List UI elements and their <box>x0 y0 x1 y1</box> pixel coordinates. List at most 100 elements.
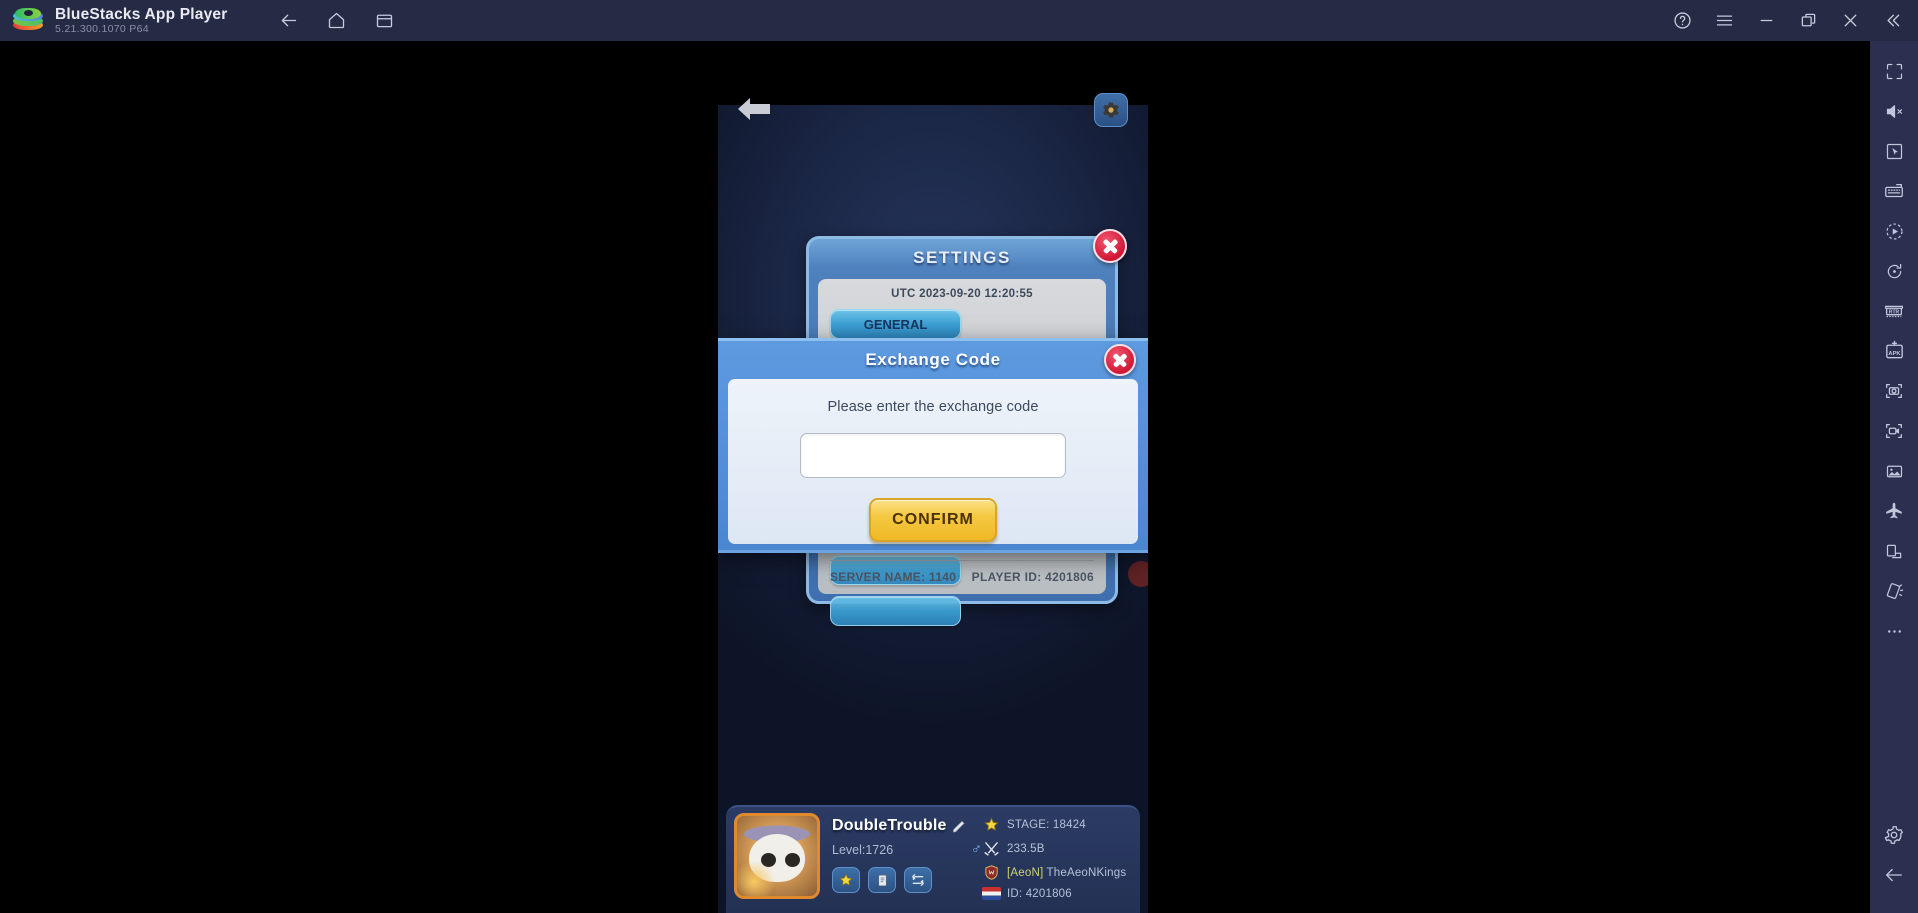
macro-recorder-button[interactable] <box>1874 211 1914 251</box>
speaker-mute-icon <box>1886 104 1902 118</box>
titlebar-nav-group <box>269 5 403 37</box>
rtr-icon: RTR <box>1885 305 1903 318</box>
recent-apps-button[interactable] <box>365 5 403 37</box>
exchange-code-prompt: Please enter the exchange code <box>827 399 1039 415</box>
sidebar-settings-button[interactable] <box>1874 815 1914 855</box>
restore-button[interactable] <box>1788 0 1828 41</box>
exchange-code-body: Please enter the exchange code CONFIRM <box>728 379 1138 544</box>
airplane-icon <box>1886 502 1902 519</box>
sidebar-back-button[interactable] <box>1874 855 1914 895</box>
avatar[interactable] <box>734 813 820 899</box>
fullscreen-button[interactable] <box>1874 51 1914 91</box>
avatar-eye-right <box>785 852 800 867</box>
install-apk-button[interactable]: APK <box>1874 331 1914 371</box>
picture-in-picture-icon <box>1886 544 1901 558</box>
screenshot-button[interactable] <box>1874 371 1914 411</box>
guild-shield-icon <box>982 863 1001 882</box>
profile-action-buttons <box>832 867 982 893</box>
avatar-glow <box>737 862 777 896</box>
stat-row: STAGE: 18424 <box>982 815 1132 834</box>
video-camera-icon <box>1886 423 1902 439</box>
player-name-row: DoubleTrouble <box>832 817 982 835</box>
pencil-icon[interactable] <box>951 818 967 834</box>
game-settings-button[interactable] <box>1094 93 1128 127</box>
stat-row: 233.5B <box>982 839 1132 858</box>
question-circle-icon <box>1673 12 1691 29</box>
keyboard-icon <box>1885 183 1903 198</box>
bluestacks-window: BlueStacks App Player 5.21.300.1070 P64 <box>0 0 1918 913</box>
camera-icon <box>1886 383 1902 399</box>
pip-mode-button[interactable] <box>1874 531 1914 571</box>
guild-tag: [AeoN] <box>1007 866 1044 879</box>
game-back-button[interactable] <box>736 94 772 124</box>
eco-mode-button[interactable] <box>1874 491 1914 531</box>
help-button[interactable] <box>1662 0 1702 41</box>
mute-button[interactable] <box>1874 91 1914 131</box>
minimize-button[interactable] <box>1746 0 1786 41</box>
settings-utc-time: UTC 2023-09-20 12:20:55 <box>891 288 1033 300</box>
fullscreen-icon <box>1886 63 1902 79</box>
emulator-stage: SETTINGS UTC 2023-09-20 12:20:55 GENERAL… <box>0 41 1918 913</box>
hamburger-menu-icon <box>1716 15 1732 26</box>
arrow-left-thick-icon <box>738 98 770 120</box>
home-button[interactable] <box>317 5 355 37</box>
cursor-pointer-icon <box>1886 143 1902 159</box>
title-bar: BlueStacks App Player 5.21.300.1070 P64 <box>0 0 1918 41</box>
settings-general-button[interactable]: GENERAL <box>830 309 961 339</box>
bluestacks-sidebar: RTR APK <box>1870 41 1918 913</box>
exchange-code-close-button[interactable] <box>1104 344 1136 376</box>
shake-device-icon <box>1886 582 1903 599</box>
power-stat: 233.5B <box>1007 842 1045 855</box>
exchange-code-title: Exchange Code <box>865 350 1001 369</box>
chevron-double-left-icon <box>1886 14 1899 27</box>
restore-window-icon <box>1801 13 1815 27</box>
settings-close-button[interactable] <box>1093 229 1127 263</box>
record-screen-button[interactable] <box>1874 411 1914 451</box>
crossed-swords-icon <box>982 839 1001 858</box>
male-symbol-icon: ♂ <box>970 841 982 858</box>
app-version: 5.21.300.1070 P64 <box>55 22 149 35</box>
decor-sprite-right-circle <box>1128 561 1148 587</box>
svg-text:APK: APK <box>1888 351 1901 357</box>
stat-row: [AeoN] TheAeoNKings <box>982 863 1132 882</box>
flag-icon <box>982 887 1001 900</box>
minimize-icon <box>1760 19 1772 22</box>
server-name-label: SERVER NAME: 1140 <box>830 570 957 584</box>
media-gallery-icon <box>1886 465 1902 477</box>
exchange-code-confirm-button[interactable]: CONFIRM <box>869 498 997 542</box>
multi-instance-button[interactable]: RTR <box>1874 291 1914 331</box>
exchange-code-input[interactable] <box>800 433 1066 478</box>
close-button[interactable] <box>1830 0 1870 41</box>
exchange-code-modal: Exchange Code Please enter the exchange … <box>718 338 1148 553</box>
star-icon <box>982 815 1001 834</box>
settings-title: SETTINGS <box>913 248 1011 267</box>
refresh-sync-icon <box>912 874 924 886</box>
media-manager-button[interactable] <box>1874 451 1914 491</box>
back-button[interactable] <box>269 5 307 37</box>
keyboard-controls-button[interactable] <box>1874 171 1914 211</box>
play-macro-icon <box>1885 222 1903 240</box>
settings-footer: SERVER NAME: 1140 PLAYER ID: 4201806 <box>830 560 1094 584</box>
rotate-icon <box>1887 263 1901 278</box>
gear-icon <box>1103 102 1119 118</box>
player-id-stat: ID: 4201806 <box>1007 887 1072 900</box>
game-controls-button[interactable] <box>1874 131 1914 171</box>
shake-button[interactable] <box>1874 571 1914 611</box>
more-options-button[interactable] <box>1874 611 1914 651</box>
settings-hidden-button-6[interactable] <box>830 596 961 626</box>
ellipsis-icon <box>1887 629 1901 633</box>
profile-switch-button[interactable] <box>904 867 932 893</box>
gear-icon <box>1884 826 1903 844</box>
stage-stat: STAGE: 18424 <box>1007 818 1086 831</box>
player-stats: STAGE: 18424 233.5B [AeoN] TheAeoNKings … <box>982 813 1132 907</box>
close-x-icon <box>1844 14 1856 27</box>
guild-name: TheAeoNKings <box>1043 866 1127 879</box>
collapse-sidebar-button[interactable] <box>1872 0 1912 41</box>
player-level-row: Level:1726 ♂ <box>832 841 982 858</box>
profile-notes-button[interactable] <box>868 867 896 893</box>
arrow-left-icon <box>281 14 297 27</box>
profile-star-button[interactable] <box>832 867 860 893</box>
rotate-button[interactable] <box>1874 251 1914 291</box>
menu-button[interactable] <box>1704 0 1744 41</box>
game-letterbox-top <box>718 41 1148 105</box>
